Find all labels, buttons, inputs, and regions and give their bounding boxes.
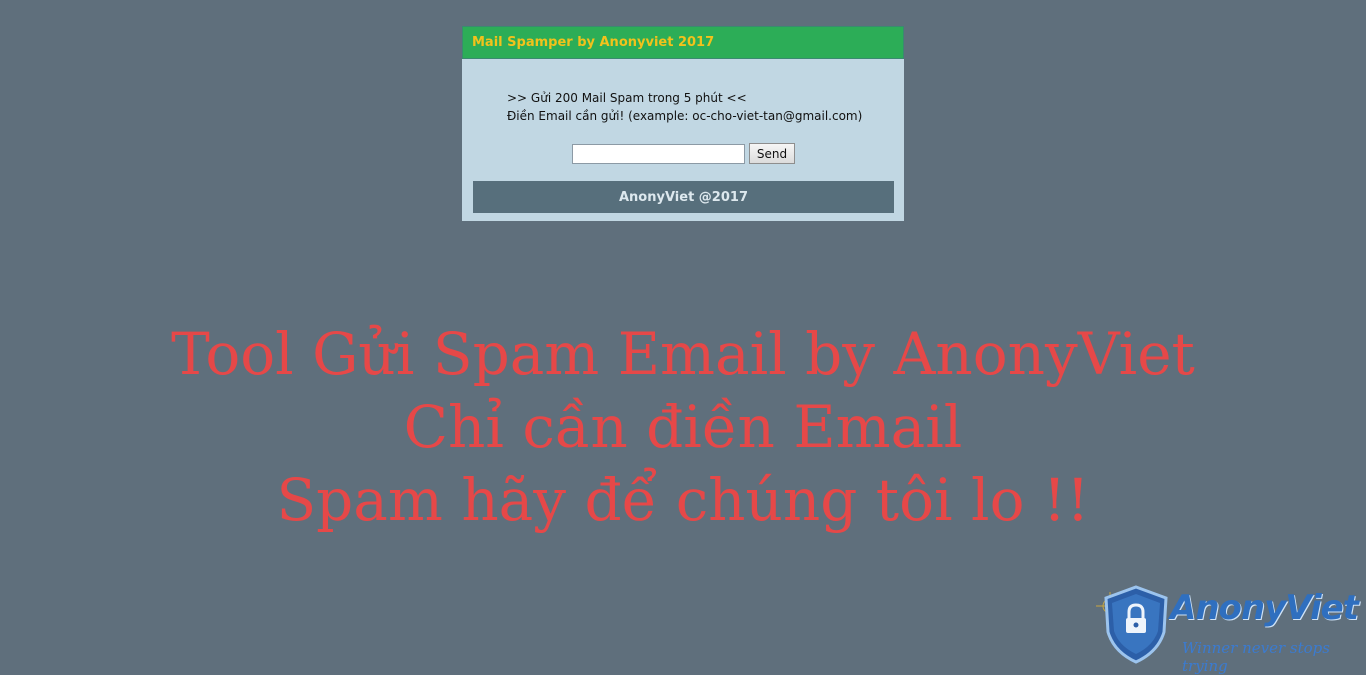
send-button[interactable]: Send — [749, 143, 795, 164]
panel-footer: AnonyViet @2017 — [473, 181, 894, 213]
headline-line-2: Chỉ cần điền Email — [403, 393, 963, 461]
panel-body: >> Gửi 200 Mail Spam trong 5 phút << Điề… — [462, 59, 904, 125]
panel-header: Mail Spamper by Anonyviet 2017 — [462, 26, 904, 59]
anonyviet-logo: AnonyViet Winner never stops trying — [1094, 584, 1364, 675]
email-form: Send — [572, 143, 795, 164]
panel-title: Mail Spamper by Anonyviet 2017 — [472, 35, 715, 50]
logo-name: AnonyViet — [1170, 588, 1359, 628]
headline: Tool Gửi Spam Email by AnonyViet Chỉ cần… — [0, 318, 1366, 537]
promo-text: >> Gửi 200 Mail Spam trong 5 phút << — [507, 91, 747, 105]
email-input[interactable] — [572, 143, 745, 164]
mail-spammer-panel: Mail Spamper by Anonyviet 2017 >> Gửi 20… — [462, 26, 904, 221]
shield-lock-icon — [1096, 585, 1168, 664]
headline-line-1: Tool Gửi Spam Email by AnonyViet — [171, 320, 1195, 388]
headline-line-3: Spam hãy để chúng tôi lo !! — [276, 466, 1090, 534]
instruction-text: Điền Email cần gửi! (example: oc-cho-vie… — [507, 109, 863, 123]
logo-tagline: Winner never stops trying — [1182, 639, 1330, 675]
